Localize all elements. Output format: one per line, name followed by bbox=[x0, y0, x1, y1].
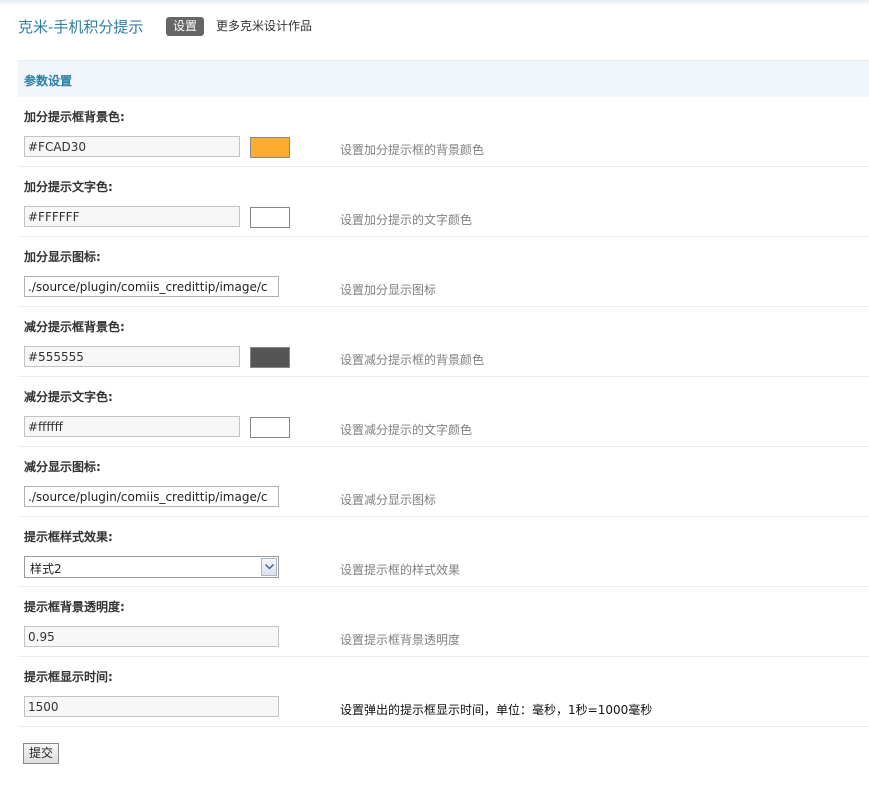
setting-description: 设置弹出的提示框显示时间，单位：毫秒，1秒=1000毫秒 bbox=[340, 703, 653, 717]
settings-form: 加分提示框背景色: 设置加分提示框的背景颜色 加分提示文字色: 设置加分提示的文… bbox=[18, 97, 869, 727]
app-title: 克米-手机积分提示 bbox=[18, 18, 144, 36]
setting-row-minus-text-color: 减分提示文字色: 设置减分提示的文字颜色 bbox=[18, 377, 869, 447]
setting-description: 设置加分显示图标 bbox=[340, 283, 437, 297]
setting-description: 设置提示框的样式效果 bbox=[340, 563, 461, 577]
setting-row-minus-icon: 减分显示图标: 设置减分显示图标 bbox=[18, 447, 869, 517]
setting-row-style-effect: 提示框样式效果: 样式2 设置提示框的样式效果 bbox=[18, 517, 869, 587]
submit-button[interactable]: 提交 bbox=[23, 743, 60, 764]
plus-text-color-input[interactable] bbox=[24, 206, 240, 227]
setting-row-plus-icon: 加分显示图标: 设置加分显示图标 bbox=[18, 237, 869, 307]
tab-more-works[interactable]: 更多克米设计作品 bbox=[216, 17, 312, 36]
setting-label: 减分提示框背景色: bbox=[24, 320, 125, 334]
setting-description: 设置加分提示框的背景颜色 bbox=[340, 143, 485, 157]
setting-description: 设置减分提示框的背景颜色 bbox=[340, 353, 485, 367]
minus-text-color-swatch[interactable] bbox=[250, 417, 290, 438]
setting-description: 设置减分显示图标 bbox=[340, 493, 437, 507]
setting-label: 加分显示图标: bbox=[24, 250, 101, 264]
plus-icon-path-input[interactable] bbox=[24, 276, 279, 297]
setting-label: 加分提示文字色: bbox=[24, 180, 113, 194]
tab-settings[interactable]: 设置 bbox=[166, 17, 205, 36]
setting-description: 设置减分提示的文字颜色 bbox=[340, 423, 473, 437]
plus-text-color-swatch[interactable] bbox=[250, 207, 290, 228]
setting-row-plus-bg-color: 加分提示框背景色: 设置加分提示框的背景颜色 bbox=[18, 97, 869, 167]
chevron-down-icon[interactable] bbox=[261, 558, 277, 576]
setting-description: 设置加分提示的文字颜色 bbox=[340, 213, 473, 227]
setting-label: 提示框显示时间: bbox=[24, 670, 113, 684]
header: 克米-手机积分提示 设置 更多克米设计作品 bbox=[0, 0, 869, 55]
section-header: 参数设置 bbox=[18, 60, 869, 97]
plus-bg-color-swatch[interactable] bbox=[250, 137, 290, 158]
minus-text-color-input[interactable] bbox=[24, 416, 240, 437]
display-time-input[interactable] bbox=[24, 696, 279, 717]
minus-bg-color-input[interactable] bbox=[24, 346, 240, 367]
setting-row-plus-text-color: 加分提示文字色: 设置加分提示的文字颜色 bbox=[18, 167, 869, 237]
setting-row-bg-opacity: 提示框背景透明度: 设置提示框背景透明度 bbox=[18, 587, 869, 657]
setting-label: 减分提示文字色: bbox=[24, 390, 113, 404]
minus-icon-path-input[interactable] bbox=[24, 486, 279, 507]
setting-label: 提示框背景透明度: bbox=[24, 600, 125, 614]
section-title: 参数设置 bbox=[24, 74, 73, 88]
setting-row-display-time: 提示框显示时间: 设置弹出的提示框显示时间，单位：毫秒，1秒=1000毫秒 bbox=[18, 657, 869, 727]
plus-bg-color-input[interactable] bbox=[24, 136, 240, 157]
minus-bg-color-swatch[interactable] bbox=[250, 347, 290, 368]
bg-opacity-input[interactable] bbox=[24, 626, 279, 647]
style-effect-select[interactable]: 样式2 bbox=[24, 556, 279, 578]
setting-row-minus-bg-color: 减分提示框背景色: 设置减分提示框的背景颜色 bbox=[18, 307, 869, 377]
setting-label: 加分提示框背景色: bbox=[24, 110, 125, 124]
setting-label: 提示框样式效果: bbox=[24, 530, 113, 544]
setting-label: 减分显示图标: bbox=[24, 460, 101, 474]
style-effect-selected-value: 样式2 bbox=[30, 562, 62, 576]
setting-description: 设置提示框背景透明度 bbox=[340, 633, 461, 647]
